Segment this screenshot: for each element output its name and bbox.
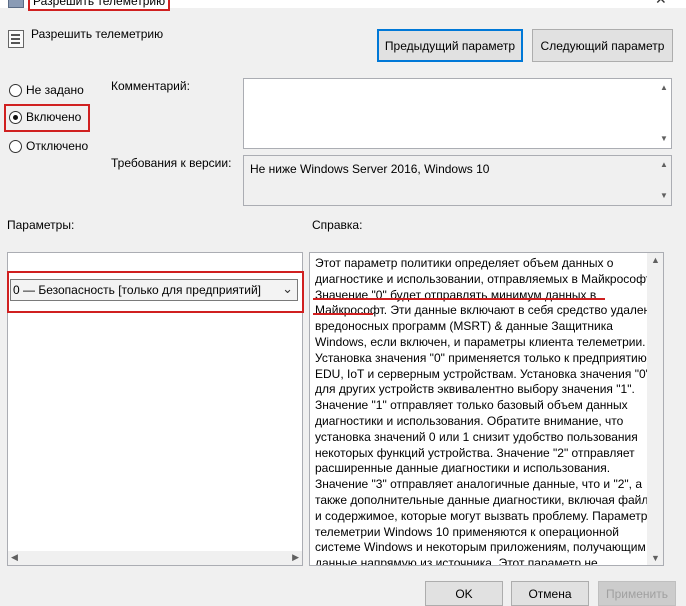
scroll-down-icon[interactable]: ▼ — [659, 191, 669, 201]
radio-button[interactable] — [9, 83, 22, 97]
help-line: некоторых функций устройства. Значение "… — [315, 445, 635, 460]
scroll-up-icon[interactable]: ▲ — [651, 255, 660, 265]
scroll-left-icon[interactable]: ◀ — [11, 552, 18, 563]
help-line: для других устройств эквивалентно выбору… — [315, 382, 635, 397]
apply-button[interactable]: Применить — [598, 581, 676, 606]
highlight-box-dropdown — [7, 271, 304, 313]
policy-title: Разрешить телеметрию — [31, 27, 164, 41]
scroll-up-icon[interactable]: ▲ — [659, 83, 669, 93]
next-setting-button[interactable]: Следующий параметр — [532, 29, 673, 62]
ok-button[interactable]: OK — [425, 581, 503, 606]
version-value: Не ниже Windows Server 2016, Windows 10 — [250, 162, 490, 176]
radio-enabled[interactable]: Включено — [9, 110, 81, 124]
comment-label: Комментарий: — [111, 79, 190, 93]
radio-label: Отключено — [26, 139, 89, 153]
help-line: диагностики и использования. Обратите вн… — [315, 413, 624, 428]
annotation-underline — [313, 313, 373, 315]
help-line: вредоносных программ (MSRT) & данные Защ… — [315, 319, 613, 334]
help-line: Установка значения "0" применяется тольк… — [315, 350, 651, 365]
previous-setting-button[interactable]: Предыдущий параметр — [377, 29, 523, 62]
radio-button[interactable] — [9, 139, 22, 153]
scroll-down-icon[interactable]: ▼ — [659, 134, 669, 144]
options-label: Параметры: — [7, 218, 75, 232]
policy-icon — [8, 30, 24, 48]
help-line: Значение "3" отправляет аналогичные данн… — [315, 477, 642, 492]
radio-label: Не задано — [26, 83, 84, 97]
radio-label: Включено — [26, 110, 82, 124]
window-title: Разрешить телеметрию — [28, 0, 171, 11]
radio-not-configured[interactable]: Не задано — [9, 83, 84, 97]
help-line: данные напрямую из источника. Этот парам… — [315, 556, 598, 566]
help-line: телеметрии Windows 10 применяются к опер… — [315, 524, 619, 539]
help-line: системе Windows и некоторым приложениям,… — [315, 540, 646, 555]
comment-textarea[interactable]: ▲ ▼ — [243, 78, 672, 149]
help-line: расширенные данные диагностики и использ… — [315, 461, 611, 476]
radio-disabled[interactable]: Отключено — [9, 139, 88, 153]
help-line: установка значений 0 или 1 снизит удобст… — [315, 429, 638, 444]
close-icon[interactable]: ✕ — [655, 0, 667, 6]
vertical-scrollbar[interactable]: ▲ ▼ — [647, 253, 663, 565]
scroll-down-icon[interactable]: ▼ — [651, 553, 660, 563]
help-line: Значение "0" будет отправлять минимум да… — [315, 287, 597, 302]
window-icon — [8, 0, 24, 8]
help-line: диагностике и использовании, отправляемы… — [315, 271, 654, 286]
version-label: Требования к версии: — [111, 156, 232, 170]
help-label: Справка: — [312, 218, 363, 232]
cancel-button[interactable]: Отмена — [511, 581, 589, 606]
annotation-underline — [313, 298, 605, 300]
horizontal-scrollbar[interactable]: ◀ ▶ — [8, 551, 302, 565]
scroll-up-icon[interactable]: ▲ — [659, 160, 669, 170]
help-line: Этот параметр политики определяет объем … — [315, 256, 614, 270]
help-text: Этот параметр политики определяет объем … — [315, 256, 664, 566]
help-line: также дополнительные данные диагностики,… — [315, 492, 657, 507]
scroll-right-icon[interactable]: ▶ — [292, 552, 299, 563]
help-line: Значение "1" отправляет только базовый о… — [315, 398, 628, 413]
help-line: Майкрософт. Эти данные включают в себя с… — [315, 303, 664, 318]
version-field: Не ниже Windows Server 2016, Windows 10 … — [243, 155, 672, 206]
help-line: EDU, IoT и серверным устройствам. Устано… — [315, 366, 650, 381]
help-line: Windows, если включен, и параметры клиен… — [315, 334, 646, 349]
radio-button[interactable] — [9, 110, 22, 124]
help-line: и содержимое, которые могут вызвать проб… — [315, 508, 657, 523]
